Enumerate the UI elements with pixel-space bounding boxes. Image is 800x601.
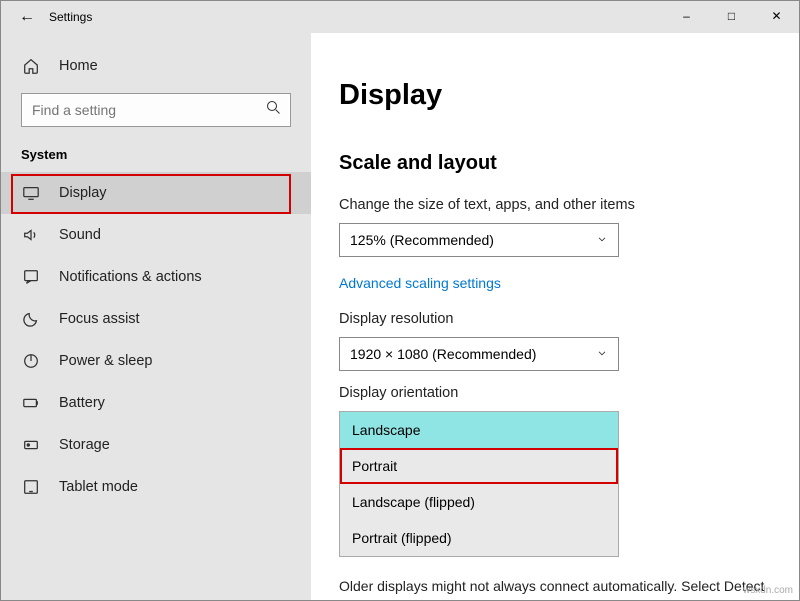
home-icon: [21, 57, 41, 75]
helper-text: Older displays might not always connect …: [339, 577, 769, 600]
sound-icon: [21, 226, 41, 244]
window-title: Settings: [49, 10, 92, 24]
sidebar-section-header: System: [1, 141, 311, 172]
chevron-down-icon: [596, 346, 608, 362]
scale-label: Change the size of text, apps, and other…: [339, 197, 799, 213]
sidebar-item-battery[interactable]: Battery: [1, 382, 311, 424]
sidebar: Home System Display Sound Notif: [1, 33, 311, 600]
sidebar-item-label: Display: [59, 185, 107, 201]
sidebar-item-label: Storage: [59, 437, 110, 453]
storage-icon: [21, 436, 41, 454]
resolution-combobox[interactable]: 1920 × 1080 (Recommended): [339, 337, 619, 371]
focus-assist-icon: [21, 310, 41, 328]
sidebar-item-label: Sound: [59, 227, 101, 243]
advanced-scaling-link[interactable]: Advanced scaling settings: [339, 275, 501, 291]
highlight-box: [11, 174, 291, 214]
orientation-option-portrait[interactable]: Portrait: [340, 448, 618, 484]
sidebar-item-label: Tablet mode: [59, 479, 138, 495]
sidebar-item-storage[interactable]: Storage: [1, 424, 311, 466]
content-pane: Display Scale and layout Change the size…: [311, 33, 799, 600]
orientation-option-landscape-flipped[interactable]: Landscape (flipped): [340, 484, 618, 520]
section-heading: Scale and layout: [339, 152, 799, 175]
sidebar-item-sound[interactable]: Sound: [1, 214, 311, 256]
scale-combobox[interactable]: 125% (Recommended): [339, 223, 619, 257]
orientation-label: Display orientation: [339, 385, 799, 401]
sidebar-item-display[interactable]: Display: [1, 172, 311, 214]
sidebar-item-label: Battery: [59, 395, 105, 411]
sidebar-item-label: Focus assist: [59, 311, 140, 327]
sidebar-item-label: Power & sleep: [59, 353, 153, 369]
power-icon: [21, 352, 41, 370]
resolution-label: Display resolution: [339, 311, 799, 327]
watermark: wsxdn.com: [743, 585, 793, 596]
tablet-icon: [21, 478, 41, 496]
page-title: Display: [339, 79, 799, 112]
sidebar-home-label: Home: [59, 58, 98, 74]
sidebar-item-focus-assist[interactable]: Focus assist: [1, 298, 311, 340]
search-icon: [266, 100, 281, 120]
sidebar-item-power-sleep[interactable]: Power & sleep: [1, 340, 311, 382]
back-button[interactable]: ←: [19, 8, 49, 26]
maximize-button[interactable]: □: [709, 1, 754, 31]
orientation-listbox[interactable]: Landscape Portrait Landscape (flipped) P…: [339, 411, 619, 557]
sidebar-item-tablet-mode[interactable]: Tablet mode: [1, 466, 311, 508]
scale-value: 125% (Recommended): [350, 232, 494, 248]
chevron-down-icon: [596, 232, 608, 248]
sidebar-home[interactable]: Home: [1, 47, 311, 85]
close-button[interactable]: ✕: [754, 1, 799, 31]
sidebar-item-label: Notifications & actions: [59, 269, 202, 285]
minimize-button[interactable]: –: [664, 1, 709, 31]
battery-icon: [21, 394, 41, 412]
orientation-option-landscape[interactable]: Landscape: [340, 412, 618, 448]
sidebar-item-notifications[interactable]: Notifications & actions: [1, 256, 311, 298]
notifications-icon: [21, 268, 41, 286]
display-icon: [21, 184, 41, 202]
search-input[interactable]: [21, 93, 291, 127]
orientation-option-portrait-flipped[interactable]: Portrait (flipped): [340, 520, 618, 556]
resolution-value: 1920 × 1080 (Recommended): [350, 346, 536, 362]
